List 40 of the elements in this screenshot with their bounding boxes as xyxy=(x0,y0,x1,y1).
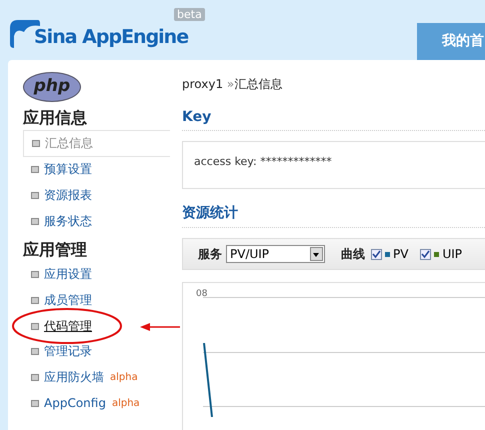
sidebar-item[interactable]: 应用设置 xyxy=(23,262,170,288)
series-checkbox[interactable] xyxy=(420,248,432,260)
alpha-label: alpha xyxy=(112,398,140,409)
breadcrumb: proxy1 »汇总信息 xyxy=(182,76,284,93)
bullet-icon xyxy=(31,192,39,200)
access-key-text: access key: ************* xyxy=(194,155,332,168)
legend-label: UIP xyxy=(442,247,462,261)
beta-badge: beta xyxy=(174,8,205,21)
bullet-icon xyxy=(31,166,39,174)
section-heading: 资源统计 xyxy=(182,204,485,228)
service-select[interactable]: PV/UIP xyxy=(226,245,325,263)
sidebar-item[interactable]: AppConfig alpha xyxy=(23,390,170,416)
arrow-icon xyxy=(140,322,180,332)
axis-label: 08 xyxy=(196,289,208,299)
sidebar-item[interactable]: 管理记录 xyxy=(23,339,170,365)
bullet-icon xyxy=(31,374,39,382)
alpha-label: alpha xyxy=(110,372,138,384)
bullet-icon xyxy=(31,400,39,407)
section-heading: Key xyxy=(182,109,485,131)
bullet-icon xyxy=(31,322,39,330)
sidebar-item[interactable]: 汇总信息 xyxy=(23,130,170,157)
sidebar-item[interactable]: 代码管理 xyxy=(23,313,170,340)
sidebar-item[interactable]: 成员管理 xyxy=(23,288,170,314)
service-label: 服务 xyxy=(198,246,222,262)
php-logo: php xyxy=(23,72,81,102)
bullet-icon xyxy=(31,271,39,278)
bullet-icon xyxy=(31,218,39,225)
sidebar-item[interactable]: 服务状态 xyxy=(23,208,170,234)
sidebar-item[interactable]: 应用防火墙 alpha xyxy=(23,364,170,390)
logo[interactable]: Sina AppEngine xyxy=(34,24,188,50)
legend-label: PV xyxy=(393,247,408,261)
series-checkbox[interactable] xyxy=(371,248,382,260)
sidebar-item[interactable]: 预算设置 xyxy=(23,157,170,183)
bullet-icon xyxy=(32,140,40,147)
section-title: 应用信息 xyxy=(23,107,88,129)
bullet-icon xyxy=(31,297,39,304)
sidebar-item[interactable]: 资源报表 xyxy=(23,182,170,208)
curve-label: 曲线 xyxy=(341,246,365,262)
bullet-icon xyxy=(31,348,39,356)
section-title: 应用管理 xyxy=(23,239,88,262)
